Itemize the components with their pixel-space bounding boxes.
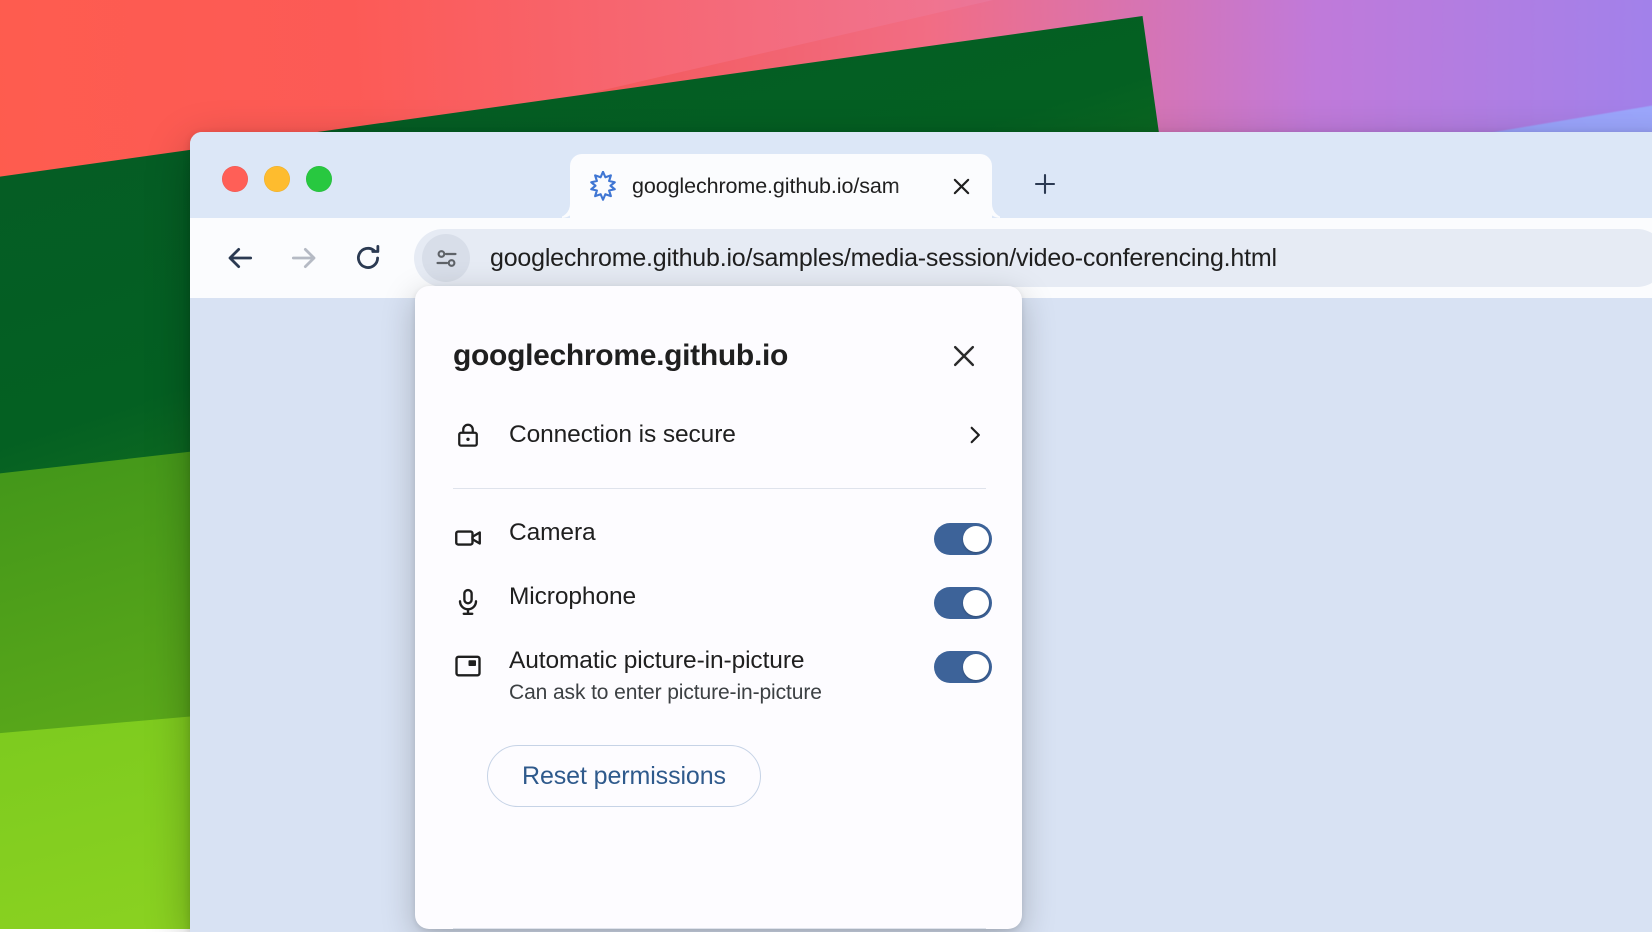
permission-toggle-auto-pip[interactable]	[934, 651, 992, 683]
arrow-left-icon	[224, 242, 256, 274]
window-minimize-button[interactable]	[264, 166, 290, 192]
picture-in-picture-icon	[453, 647, 493, 681]
reload-button[interactable]	[340, 230, 396, 286]
connection-security-row[interactable]: Connection is secure	[415, 406, 1022, 464]
site-information-bubble: googlechrome.github.io Connection is sec…	[415, 286, 1022, 929]
forward-button[interactable]	[276, 230, 332, 286]
window-close-button[interactable]	[222, 166, 248, 192]
lock-icon	[453, 420, 493, 450]
tab-strip: googlechrome.github.io/sam	[190, 132, 1652, 218]
bubble-header: googlechrome.github.io	[415, 286, 1022, 378]
window-maximize-button[interactable]	[306, 166, 332, 192]
reload-icon	[352, 242, 384, 274]
permission-sublabel-auto-pip: Can ask to enter picture-in-picture	[509, 681, 934, 705]
permission-label-camera: Camera	[509, 519, 934, 547]
close-icon[interactable]	[942, 334, 986, 378]
video-camera-icon	[453, 519, 493, 553]
site-settings-button[interactable]	[422, 234, 470, 282]
window-controls	[190, 166, 332, 218]
arrow-right-icon	[288, 242, 320, 274]
permission-row-auto-pip[interactable]: Automatic picture-in-picture Can ask to …	[415, 633, 1022, 719]
back-button[interactable]	[212, 230, 268, 286]
plus-icon	[1033, 172, 1057, 196]
permission-label-auto-pip: Automatic picture-in-picture	[509, 647, 934, 675]
permission-row-microphone[interactable]: Microphone	[415, 569, 1022, 633]
bubble-site-title: googlechrome.github.io	[453, 339, 930, 373]
permission-row-camera[interactable]: Camera	[415, 505, 1022, 569]
toggle-knob	[963, 590, 989, 616]
chevron-right-icon	[956, 424, 986, 446]
browser-tab-title: googlechrome.github.io/sam	[632, 174, 930, 199]
permission-labels-auto-pip: Automatic picture-in-picture Can ask to …	[493, 647, 934, 705]
connection-security-label: Connection is secure	[509, 421, 736, 448]
reset-permissions-wrapper: Reset permissions	[415, 719, 1022, 807]
connection-security-labels: Connection is secure	[493, 421, 956, 449]
permission-toggle-camera[interactable]	[934, 523, 992, 555]
permission-labels-microphone: Microphone	[493, 583, 934, 611]
permission-labels-camera: Camera	[493, 519, 934, 547]
permissions-list: Camera Microphone	[415, 489, 1022, 719]
new-tab-button[interactable]	[1025, 164, 1065, 204]
reset-permissions-button[interactable]: Reset permissions	[487, 745, 761, 807]
toggle-knob	[963, 654, 989, 680]
chrome-samples-asterisk-icon	[588, 171, 618, 201]
address-bar[interactable]: googlechrome.github.io/samples/media-ses…	[414, 229, 1652, 287]
microphone-icon	[453, 583, 493, 617]
close-icon[interactable]	[944, 169, 978, 203]
toggle-knob	[963, 526, 989, 552]
address-bar-url: googlechrome.github.io/samples/media-ses…	[470, 244, 1277, 273]
permission-label-microphone: Microphone	[509, 583, 934, 611]
browser-tab-active[interactable]: googlechrome.github.io/sam	[570, 154, 992, 218]
tune-sliders-icon	[433, 245, 460, 272]
permission-toggle-microphone[interactable]	[934, 587, 992, 619]
